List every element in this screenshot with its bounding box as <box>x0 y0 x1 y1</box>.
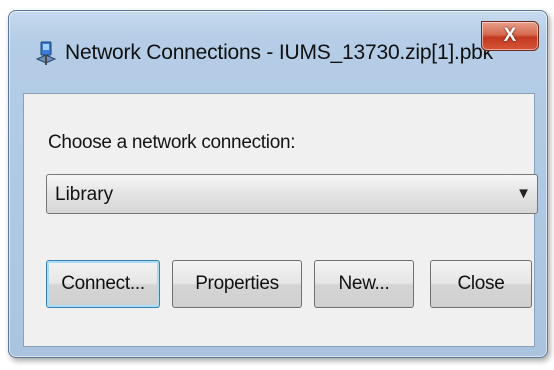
title-bar[interactable]: Network Connections - IUMS_13730.zip[1].… <box>9 11 547 91</box>
close-window-button[interactable]: X <box>481 21 539 51</box>
network-connections-dialog: Network Connections - IUMS_13730.zip[1].… <box>8 10 548 358</box>
properties-button[interactable]: Properties <box>172 260 302 308</box>
network-connection-icon <box>35 41 57 67</box>
window-title: Network Connections - IUMS_13730.zip[1].… <box>65 41 493 64</box>
dialog-body: Choose a network connection: Library ▼ C… <box>23 93 538 347</box>
new-button[interactable]: New... <box>314 260 414 308</box>
connect-button[interactable]: Connect... <box>46 260 160 308</box>
selected-connection: Library <box>55 184 114 205</box>
connection-prompt-label: Choose a network connection: <box>48 132 296 153</box>
chevron-down-icon[interactable]: ▼ <box>516 185 531 202</box>
network-connection-select[interactable]: Library ▼ <box>46 174 538 214</box>
close-button[interactable]: Close <box>430 260 532 308</box>
close-icon: X <box>503 25 517 46</box>
